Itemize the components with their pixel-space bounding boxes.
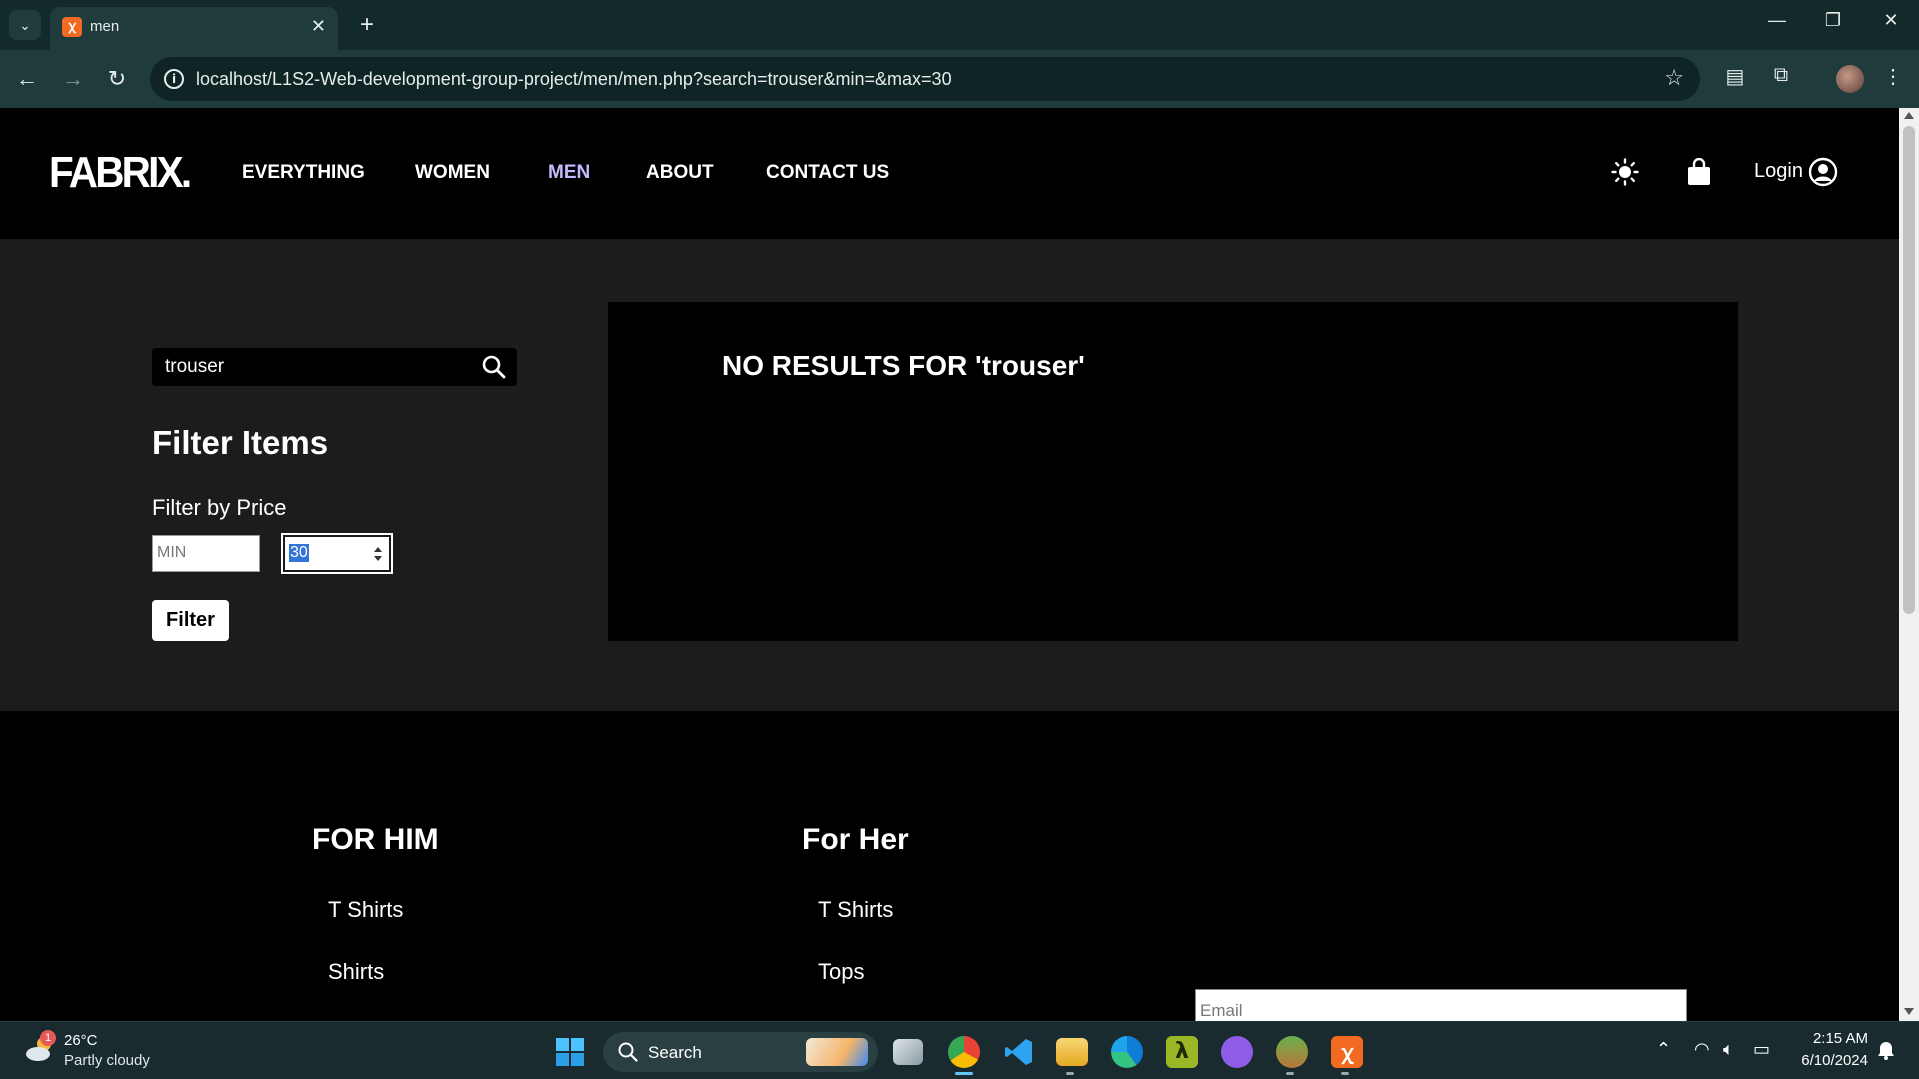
- forward-button[interactable]: →: [58, 64, 88, 94]
- weather-badge: 1: [40, 1030, 56, 1046]
- profile-avatar[interactable]: [1836, 65, 1864, 93]
- number-spinner-icon[interactable]: [373, 545, 383, 563]
- search-highlight-icon: [806, 1038, 868, 1066]
- tab-title: men: [90, 18, 120, 35]
- max-price-input[interactable]: 30: [283, 535, 391, 572]
- scrollbar-thumb[interactable]: [1903, 126, 1915, 614]
- site-info-icon[interactable]: i: [164, 69, 184, 89]
- footer-heading-for-him: FOR HIM: [312, 823, 439, 856]
- login-link[interactable]: Login: [1754, 160, 1803, 183]
- filter-button[interactable]: Filter: [152, 600, 229, 641]
- screen: ⌄ ꭓ men ✕ + — ❐ ✕ ← → ↻ i localhost/L1S2…: [0, 0, 1919, 1079]
- wifi-icon[interactable]: ◠: [1694, 1039, 1710, 1060]
- lambda-app-icon[interactable]: λ: [1166, 1036, 1198, 1068]
- site-footer: FOR HIM T Shirts Shirts For Her T Shirts…: [0, 711, 1899, 1021]
- file-explorer-icon[interactable]: [1056, 1038, 1088, 1066]
- bookmark-star-icon[interactable]: ☆: [1664, 65, 1684, 91]
- clock-time[interactable]: 2:15 AM: [1798, 1030, 1868, 1047]
- footer-link-her-tops[interactable]: Tops: [818, 959, 864, 985]
- browser-toolbar: ← → ↻ i localhost/L1S2-Web-development-g…: [0, 50, 1919, 108]
- page-viewport: FABRIX. EVERYTHING WOMEN MEN ABOUT CONTA…: [0, 108, 1899, 1021]
- minimize-icon[interactable]: —: [1762, 10, 1792, 31]
- game-app-icon[interactable]: [1276, 1036, 1308, 1068]
- nav-men[interactable]: MEN: [548, 162, 590, 184]
- weather-condition[interactable]: Partly cloudy: [64, 1052, 150, 1069]
- search-icon[interactable]: [481, 354, 507, 380]
- footer-link-him-tshirts[interactable]: T Shirts: [328, 897, 403, 923]
- scroll-up-arrow-icon[interactable]: [1904, 112, 1914, 119]
- search-input[interactable]: trouser: [152, 348, 517, 386]
- no-results-message: NO RESULTS FOR 'trouser': [722, 350, 1085, 381]
- windows-taskbar: 1 26°C Partly cloudy Search λ ꭓ ⌃ ◠ 🔈︎ ▭…: [0, 1021, 1919, 1079]
- scroll-down-arrow-icon[interactable]: [1904, 1008, 1914, 1015]
- extensions-icon[interactable]: ⧉: [1766, 64, 1796, 87]
- nav-contact-us[interactable]: CONTACT US: [766, 162, 889, 184]
- search-icon: [618, 1042, 638, 1062]
- back-button[interactable]: ←: [12, 64, 42, 94]
- email-placeholder: Email: [1200, 1001, 1243, 1020]
- sun-icon[interactable]: [1611, 158, 1639, 186]
- github-desktop-icon[interactable]: [1221, 1036, 1253, 1068]
- page-scrollbar[interactable]: [1899, 108, 1919, 1021]
- site-header: FABRIX. EVERYTHING WOMEN MEN ABOUT CONTA…: [0, 108, 1899, 239]
- browser-tab[interactable]: ꭓ men ✕: [50, 7, 338, 50]
- xampp-icon[interactable]: ꭓ: [1331, 1036, 1363, 1068]
- menu-dots-icon[interactable]: ⋮: [1878, 64, 1908, 89]
- search-value[interactable]: trouser: [165, 356, 224, 378]
- footer-link-her-tshirts[interactable]: T Shirts: [818, 897, 893, 923]
- task-view-icon[interactable]: [893, 1039, 923, 1065]
- email-field[interactable]: Email: [1195, 989, 1687, 1021]
- edge-icon[interactable]: [1111, 1036, 1143, 1068]
- reload-button[interactable]: ↻: [102, 64, 132, 94]
- windows-start-icon[interactable]: [555, 1037, 585, 1067]
- taskbar-search-label: Search: [648, 1043, 702, 1062]
- volume-icon[interactable]: 🔈︎: [1723, 1039, 1734, 1060]
- user-circle-icon[interactable]: [1808, 157, 1838, 187]
- fabrix-logo[interactable]: FABRIX.: [49, 148, 192, 198]
- nav-women[interactable]: WOMEN: [415, 162, 490, 184]
- tab-search-button[interactable]: ⌄: [9, 10, 41, 40]
- min-price-placeholder: MIN: [157, 544, 187, 561]
- results-panel: NO RESULTS FOR 'trouser': [608, 302, 1738, 641]
- notification-bell-icon[interactable]: [1877, 1040, 1895, 1060]
- nav-everything[interactable]: EVERYTHING: [242, 162, 365, 184]
- price-filter-label: Filter by Price: [152, 495, 287, 520]
- xampp-icon: ꭓ: [62, 17, 82, 37]
- vscode-icon[interactable]: [1003, 1036, 1035, 1068]
- min-price-input[interactable]: MIN: [152, 535, 260, 572]
- address-bar[interactable]: i localhost/L1S2-Web-development-group-p…: [150, 57, 1700, 101]
- weather-temperature[interactable]: 26°C: [64, 1032, 98, 1049]
- explorer-indicator: [1066, 1072, 1074, 1075]
- show-hidden-icons-chevron-icon[interactable]: ⌃: [1656, 1039, 1671, 1060]
- game-indicator: [1286, 1072, 1294, 1075]
- close-window-icon[interactable]: ✕: [1876, 10, 1906, 31]
- url-text[interactable]: localhost/L1S2-Web-development-group-pro…: [196, 69, 952, 90]
- clock-date[interactable]: 6/10/2024: [1790, 1052, 1868, 1069]
- battery-icon[interactable]: ▭: [1753, 1039, 1770, 1060]
- tab-close-icon[interactable]: ✕: [311, 16, 326, 37]
- nav-about[interactable]: ABOUT: [646, 162, 714, 184]
- footer-link-him-shirts[interactable]: Shirts: [328, 959, 384, 985]
- filter-title: Filter Items: [152, 424, 329, 461]
- restore-icon[interactable]: ❐: [1818, 10, 1848, 31]
- xampp-indicator: [1341, 1072, 1349, 1075]
- shopping-bag-icon[interactable]: [1686, 158, 1712, 186]
- reading-list-icon[interactable]: ▤: [1720, 64, 1750, 89]
- taskbar-search[interactable]: Search: [603, 1032, 878, 1072]
- max-price-value[interactable]: 30: [289, 544, 309, 562]
- chrome-icon[interactable]: [948, 1036, 980, 1068]
- chrome-active-indicator: [955, 1072, 973, 1075]
- footer-heading-for-her: For Her: [802, 823, 909, 856]
- new-tab-button[interactable]: +: [352, 10, 382, 40]
- browser-tab-strip: ⌄ ꭓ men ✕ + — ❐ ✕: [0, 0, 1919, 50]
